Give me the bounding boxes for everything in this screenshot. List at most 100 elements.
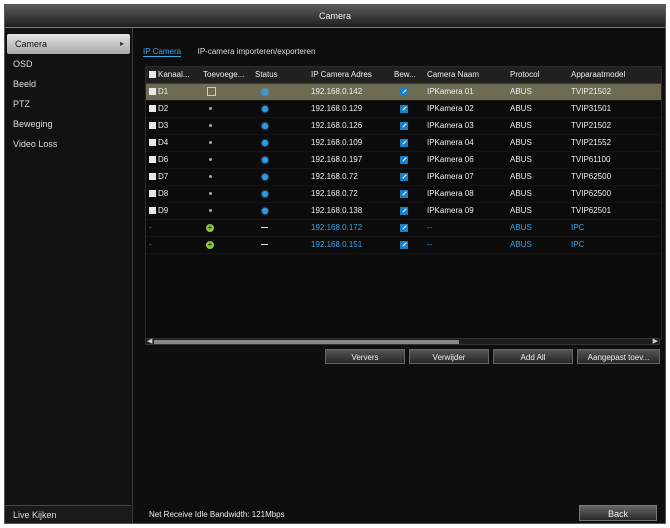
cell-add bbox=[203, 118, 253, 134]
cell-camera-name: IPKamera 03 bbox=[427, 121, 474, 130]
edit-icon[interactable] bbox=[400, 189, 408, 198]
cell-status bbox=[255, 101, 305, 117]
edit-icon[interactable] bbox=[400, 240, 408, 249]
cell-protocol: ABUS bbox=[510, 240, 532, 249]
cell-channel: D3 bbox=[149, 118, 199, 134]
table-row[interactable]: D7 192.168.0.72 IPKamera 07 ABUS TVIP62500 bbox=[146, 169, 661, 186]
column-header-edit[interactable]: Bew... bbox=[394, 67, 422, 83]
column-header-model[interactable]: Apparaatmodel bbox=[571, 67, 659, 83]
edit-icon[interactable] bbox=[400, 121, 408, 130]
add-all-button[interactable]: Add All bbox=[493, 349, 573, 364]
sidebar-item-label: Camera bbox=[15, 39, 48, 49]
sidebar-item-video-loss[interactable]: Video Loss bbox=[5, 134, 132, 154]
cell-camera-name: IPKamera 09 bbox=[427, 206, 474, 215]
cell-camera-name: -- bbox=[427, 240, 433, 249]
add-device-icon[interactable]: + bbox=[206, 223, 214, 232]
column-header-status[interactable]: Status bbox=[255, 67, 305, 83]
sidebar-item-ptz[interactable]: PTZ bbox=[5, 94, 132, 114]
edit-icon[interactable] bbox=[400, 138, 408, 147]
cell-edit bbox=[394, 237, 422, 253]
tab-bar: IP Camera IP-camera importeren/exportere… bbox=[143, 46, 329, 60]
cell-ip: 192.168.0.138 bbox=[311, 206, 363, 215]
cell-model: IPC bbox=[571, 223, 585, 232]
table-row[interactable]: D4 192.168.0.109 IPKamera 04 ABUS TVIP21552 bbox=[146, 135, 661, 152]
added-icon bbox=[209, 158, 212, 162]
row-checkbox[interactable] bbox=[149, 88, 156, 95]
cell-model: TVIP21502 bbox=[571, 87, 612, 96]
cell-add bbox=[203, 169, 253, 185]
added-icon bbox=[209, 141, 212, 145]
horizontal-scrollbar[interactable]: ◀ ▶ bbox=[145, 338, 660, 345]
table-row-new-device[interactable]: - +192.168.0.172 -- ABUS IPC bbox=[146, 220, 661, 237]
status-online-icon bbox=[262, 139, 268, 146]
table-row[interactable]: D1 192.168.0.142 IPKamera 01 ABUS TVIP21502 bbox=[146, 84, 661, 101]
edit-icon[interactable] bbox=[400, 155, 408, 164]
sidebar-item-beeld[interactable]: Beeld bbox=[5, 74, 132, 94]
row-checkbox[interactable] bbox=[149, 122, 156, 129]
row-checkbox[interactable] bbox=[149, 207, 156, 214]
live-view-button[interactable]: Live Kijken bbox=[5, 505, 131, 523]
sidebar-item-beweging[interactable]: Beweging bbox=[5, 114, 132, 134]
edit-icon[interactable] bbox=[400, 223, 408, 232]
row-checkbox[interactable] bbox=[149, 156, 156, 163]
scroll-left-icon[interactable]: ◀ bbox=[147, 337, 152, 345]
table-row[interactable]: D9 192.168.0.138 IPKamera 09 ABUS TVIP62501 bbox=[146, 203, 661, 220]
cell-edit bbox=[394, 101, 422, 117]
edit-icon[interactable] bbox=[400, 87, 408, 96]
cell-protocol: ABUS bbox=[510, 87, 532, 96]
chevron-right-icon: ▸ bbox=[119, 39, 124, 48]
main-panel: IP Camera IP-camera importeren/exportere… bbox=[137, 28, 665, 523]
column-header-channel[interactable]: Kanaal... bbox=[149, 67, 199, 83]
status-online-icon bbox=[262, 105, 268, 112]
table-row[interactable]: D3 192.168.0.126 IPKamera 03 ABUS TVIP21502 bbox=[146, 118, 661, 135]
cell-channel: D8 bbox=[149, 186, 199, 202]
tab-import-export[interactable]: IP-camera importeren/exporteren bbox=[198, 47, 316, 56]
sidebar-item-osd[interactable]: OSD bbox=[5, 54, 132, 74]
select-all-checkbox[interactable] bbox=[149, 71, 156, 78]
cell-add bbox=[203, 84, 253, 100]
edit-icon[interactable] bbox=[400, 206, 408, 215]
column-header-add[interactable]: Toevoege... bbox=[203, 67, 253, 83]
bandwidth-status: Net Receive Idle Bandwidth: 121Mbps bbox=[149, 510, 285, 519]
column-header-ip[interactable]: IP Camera Adres bbox=[311, 67, 391, 83]
status-unknown-icon bbox=[261, 227, 268, 229]
cell-edit bbox=[394, 220, 422, 236]
cell-channel: D6 bbox=[149, 152, 199, 168]
table-row-new-device[interactable]: - +192.168.0.151 -- ABUS IPC bbox=[146, 237, 661, 254]
table-row[interactable]: D6 192.168.0.197 IPKamera 06 ABUS TVIP61100 bbox=[146, 152, 661, 169]
edit-icon[interactable] bbox=[400, 172, 408, 181]
cell-channel: - bbox=[149, 240, 152, 249]
column-header-protocol[interactable]: Protocol bbox=[510, 67, 570, 83]
cell-camera-name: IPKamera 04 bbox=[427, 138, 474, 147]
cell-status bbox=[255, 84, 305, 100]
cell-camera-name: IPKamera 02 bbox=[427, 104, 474, 113]
table-row[interactable]: D8 192.168.0.72 IPKamera 08 ABUS TVIP62500 bbox=[146, 186, 661, 203]
cell-protocol: ABUS bbox=[510, 155, 532, 164]
cell-protocol: ABUS bbox=[510, 206, 532, 215]
cell-channel: D4 bbox=[149, 135, 199, 151]
cell-camera-name: IPKamera 07 bbox=[427, 172, 474, 181]
cell-protocol: ABUS bbox=[510, 189, 532, 198]
cell-model: IPC bbox=[571, 240, 585, 249]
row-checkbox[interactable] bbox=[149, 139, 156, 146]
cell-add: + bbox=[203, 237, 253, 253]
row-checkbox[interactable] bbox=[149, 173, 156, 180]
custom-add-button[interactable]: Aangepast toev... bbox=[577, 349, 660, 364]
edit-icon[interactable] bbox=[400, 104, 408, 113]
delete-button[interactable]: Verwijder bbox=[409, 349, 489, 364]
sidebar-item-camera[interactable]: Camera ▸ bbox=[7, 34, 130, 54]
scroll-right-icon[interactable]: ▶ bbox=[653, 337, 658, 345]
row-checkbox[interactable] bbox=[149, 190, 156, 197]
column-header-camera-name[interactable]: Camera Naam bbox=[427, 67, 507, 83]
scrollbar-thumb[interactable] bbox=[154, 340, 459, 344]
cell-edit bbox=[394, 186, 422, 202]
cell-ip: 192.168.0.109 bbox=[311, 138, 363, 147]
cell-edit bbox=[394, 152, 422, 168]
add-device-icon[interactable]: + bbox=[206, 240, 214, 249]
cell-add bbox=[203, 186, 253, 202]
refresh-button[interactable]: Ververs bbox=[325, 349, 405, 364]
back-button[interactable]: Back bbox=[579, 505, 657, 521]
table-row[interactable]: D2 192.168.0.129 IPKamera 02 ABUS TVIP31501 bbox=[146, 101, 661, 118]
row-checkbox[interactable] bbox=[149, 105, 156, 112]
tab-ip-camera[interactable]: IP Camera bbox=[143, 47, 182, 57]
